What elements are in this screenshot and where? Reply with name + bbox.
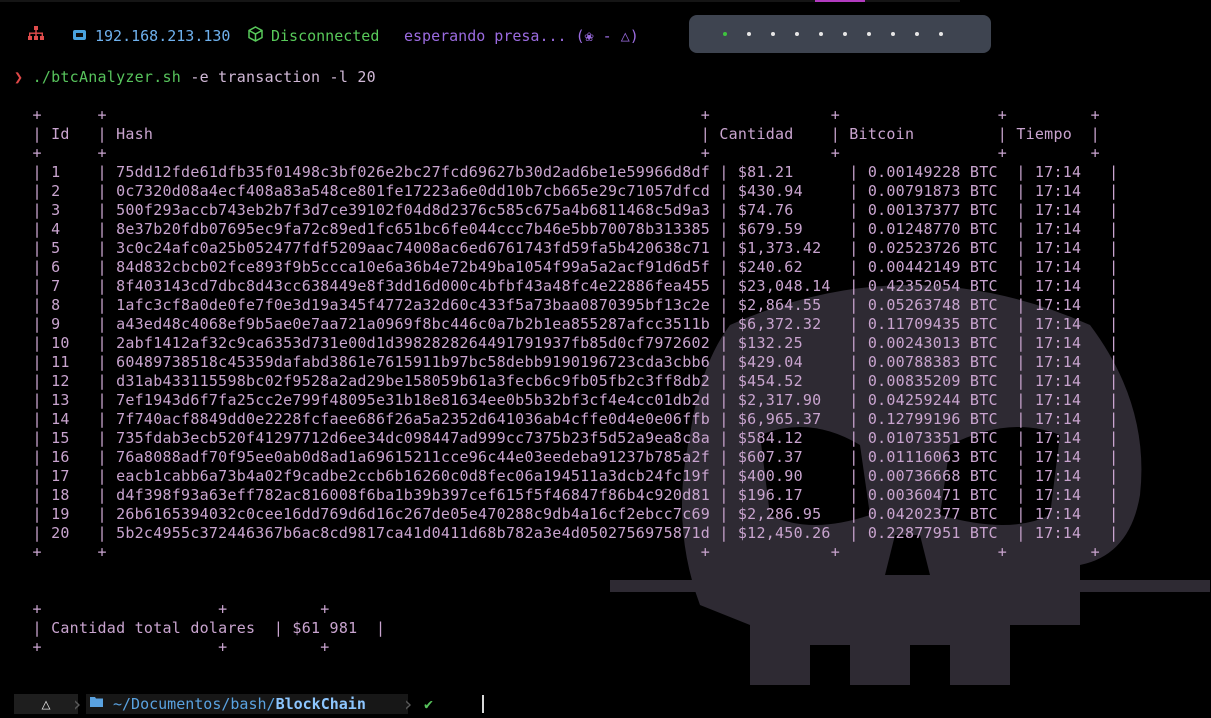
- total-border-top: + + +: [14, 600, 330, 618]
- chevron-right-icon: ›: [402, 692, 415, 716]
- table-row: | 2 | 0c7320d08a4ecf408a83a548ce801fe172…: [14, 182, 1119, 200]
- ip-address[interactable]: 192.168.213.130: [95, 26, 230, 46]
- workspace-dot[interactable]: [795, 32, 799, 36]
- linux-icon: △: [14, 694, 78, 714]
- total-row: | Cantidad total dolares | $61 981 |: [14, 619, 386, 637]
- workspace-dot[interactable]: [939, 32, 943, 36]
- table-border-header: + + + + + +: [14, 144, 1100, 162]
- folder-icon: [90, 694, 103, 714]
- table-row: | 20 | 5b2c4955c372446367b6ac8cd9817ca41…: [14, 524, 1119, 542]
- table-row: | 17 | eacb1cabb6a73b4a02f9cadbe2ccb6b16…: [14, 467, 1119, 485]
- workspace-dot[interactable]: [843, 32, 847, 36]
- current-path: ~/Documentos/bash/BlockChain: [113, 694, 366, 714]
- table-row: | 9 | a43ed48c4068ef9b5ae0e7aa721a0969f8…: [14, 315, 1119, 333]
- chevron-right-icon: ›: [71, 692, 84, 716]
- table-row: | 4 | 8e37b20fdb07695ec9fa72c89ed1fc651b…: [14, 220, 1119, 238]
- table-row: | 6 | 84d832cbcb02fce893f9b5ccca10e6a36b…: [14, 258, 1119, 276]
- workspace-dot[interactable]: [891, 32, 895, 36]
- workspace-dot[interactable]: [747, 32, 751, 36]
- status-message: esperando presa... (❀ - △): [404, 26, 639, 46]
- workspace-dot[interactable]: [723, 32, 727, 36]
- status-icons: ❀ - △: [584, 27, 630, 45]
- table-row: | 19 | 26b6165394032c0cee16dd769d6d16c26…: [14, 505, 1119, 523]
- table-row: | 1 | 75dd12fde61dfb35f01498c3bf026e2bc2…: [14, 163, 1119, 181]
- table-row: | 13 | 7ef1943d6f7fa25cc2e799f48095e31b1…: [14, 391, 1119, 409]
- prompt-arrow: ❯: [14, 68, 24, 86]
- table-row: | 12 | d31ab433115598bc02f9528a2ad29be15…: [14, 372, 1119, 390]
- top-bar: 192.168.213.130 Disconnected esperando p…: [0, 0, 1211, 56]
- workspace-dot[interactable]: [819, 32, 823, 36]
- table-row: | 18 | d4f398f93a63eff782ac816008f6ba1b3…: [14, 486, 1119, 504]
- command-line: ❯ ./btcAnalyzer.sh -e transaction -l 20: [14, 68, 376, 87]
- command-args: -e transaction -l 20: [181, 68, 376, 86]
- status-message-end: ): [629, 27, 639, 45]
- monitor-icon: [72, 26, 88, 46]
- workspace-switcher[interactable]: [689, 15, 991, 53]
- table-row: | 7 | 8f403143cd7dbc8d43cc638449e8f3dd16…: [14, 277, 1119, 295]
- path-prefix: ~/Documentos/bash/: [113, 695, 276, 713]
- table-border-top: + + + + + +: [14, 106, 1100, 124]
- workspace-dot[interactable]: [915, 32, 919, 36]
- table-row: | 8 | 1afc3cf8a0de0fe7f0e3d19a345f4772a3…: [14, 296, 1119, 314]
- table-row: | 3 | 500f293accb743eb2b7f3d7ce39102f04d…: [14, 201, 1119, 219]
- table-row: | 14 | 7f740acf8849dd0e2228fcfaee686f26a…: [14, 410, 1119, 428]
- check-icon: ✔: [424, 695, 434, 713]
- vpn-status[interactable]: Disconnected: [271, 26, 379, 46]
- table-header: | Id | Hash | Cantidad | Bitcoin | Tiemp…: [14, 125, 1100, 143]
- table-row: | 10 | 2abf1412af32c9ca6353d731e00d1d398…: [14, 334, 1119, 352]
- path-last: BlockChain: [275, 695, 366, 713]
- table-row: | 11 | 60489738518c45359dafabd3861e76159…: [14, 353, 1119, 371]
- table-row: | 15 | 735fdab3ecb520f41297712d6ee34dc09…: [14, 429, 1119, 447]
- active-window-indicator: [815, 0, 865, 2]
- text-cursor[interactable]: [482, 695, 484, 713]
- command-program: ./btcAnalyzer.sh: [32, 68, 182, 86]
- workspace-dot[interactable]: [867, 32, 871, 36]
- prompt-statusbar: △ › ~/Documentos/bash/BlockChain › ✔: [0, 690, 1211, 718]
- workspace-dot[interactable]: [771, 32, 775, 36]
- cube-icon: [248, 26, 263, 46]
- table-border-bottom: + + + + + +: [14, 543, 1100, 561]
- table-row: | 16 | 76a8088adf70f95ee0ab0d8ad1a696152…: [14, 448, 1119, 466]
- table-row: | 5 | 3c0c24afc0a25b052477fdf5209aac7400…: [14, 239, 1119, 257]
- total-border-bottom: + + +: [14, 638, 330, 656]
- status-message-text: esperando presa... (: [404, 27, 585, 45]
- network-icon[interactable]: [28, 26, 46, 46]
